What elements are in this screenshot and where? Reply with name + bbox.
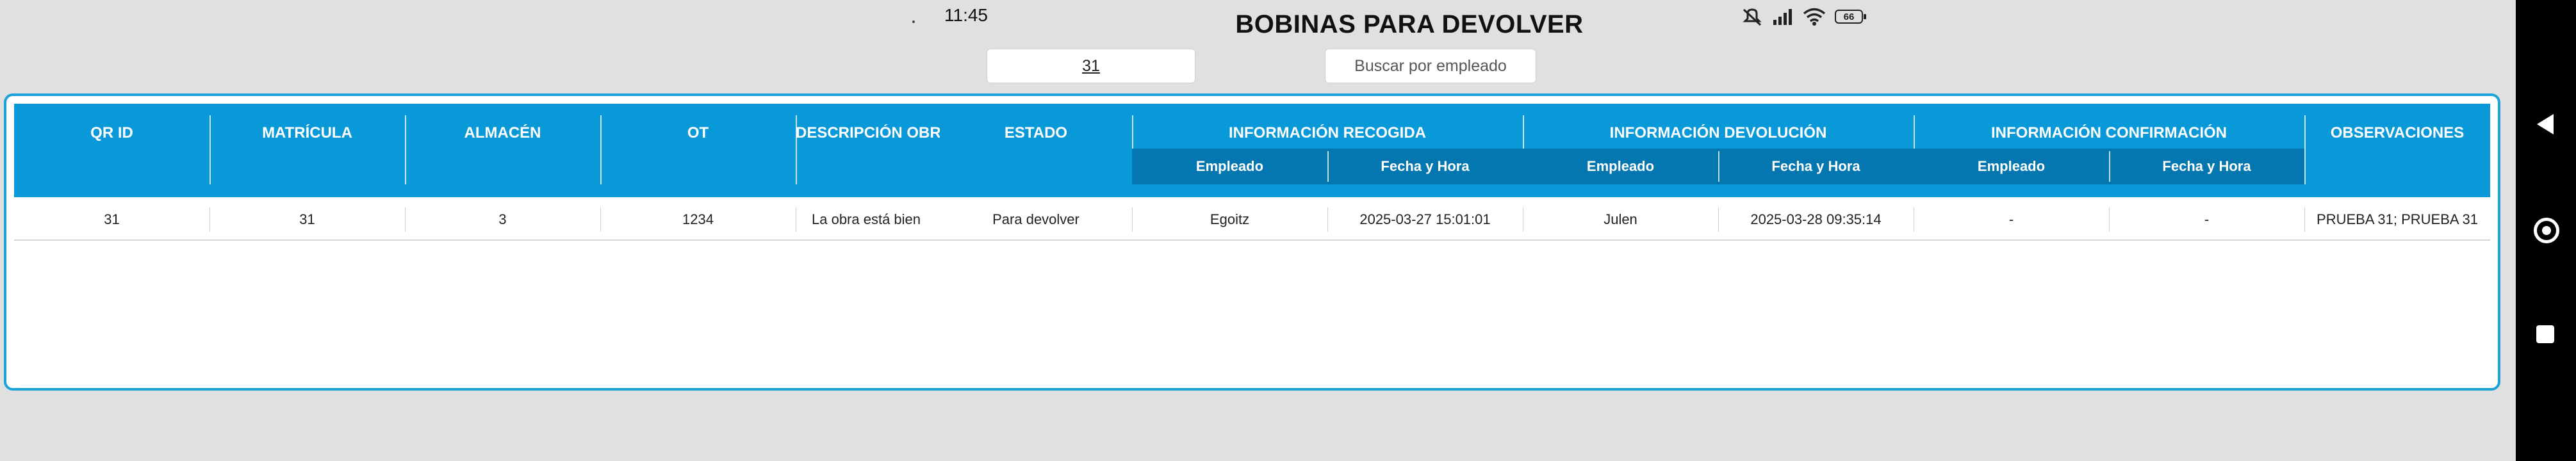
cell-confirmacion-fecha: - bbox=[2204, 211, 2210, 227]
cell-estado: Para devolver bbox=[992, 211, 1079, 227]
cell-almacen: 3 bbox=[498, 211, 507, 227]
battery-icon: 66 bbox=[1835, 10, 1866, 24]
col-header-observaciones[interactable]: OBSERVACIONES bbox=[2304, 124, 2490, 142]
col-header-devolucion[interactable]: INFORMACIÓN DEVOLUCIÓN bbox=[1523, 124, 1914, 142]
cell-confirmacion-empleado: - bbox=[2008, 211, 2014, 227]
status-dot bbox=[912, 20, 915, 23]
app-screen: 11:45 66 BOBINAS PARA DEVOLVER 31 Buscar… bbox=[0, 0, 2516, 461]
status-time: 11:45 bbox=[944, 5, 988, 25]
col-header-estado[interactable]: ESTADO bbox=[940, 124, 1132, 142]
cell-observaciones: PRUEBA 31; PRUEBA 31 bbox=[2317, 211, 2478, 227]
col-header-qr-id[interactable]: QR ID bbox=[14, 124, 209, 142]
wifi-icon bbox=[1803, 8, 1826, 26]
col-header-recogida[interactable]: INFORMACIÓN RECOGIDA bbox=[1132, 124, 1523, 142]
cell-matricula: 31 bbox=[299, 211, 315, 227]
col-header-almacen[interactable]: ALMACÉN bbox=[405, 124, 600, 142]
cell-devolucion-fecha: 2025-03-28 09:35:14 bbox=[1750, 211, 1882, 227]
subheader-devolucion-empleado[interactable]: Empleado bbox=[1523, 149, 1718, 184]
subheader-recogida-empleado[interactable]: Empleado bbox=[1132, 149, 1327, 184]
col-header-descripcion[interactable]: DESCRIPCIÓN OBRA bbox=[796, 124, 940, 142]
cell-recogida-fecha: 2025-03-27 15:01:01 bbox=[1359, 211, 1491, 227]
home-icon[interactable] bbox=[2534, 218, 2559, 243]
battery-level: 66 bbox=[1843, 11, 1855, 22]
table-header: QR ID MATRÍCULA ALMACÉN OT DESCRIPCIÓN O… bbox=[14, 104, 2490, 197]
recent-apps-icon[interactable] bbox=[2536, 325, 2554, 343]
subheader-recogida-fecha[interactable]: Fecha y Hora bbox=[1327, 149, 1523, 184]
subheader-row: Empleado Fecha y Hora Empleado Fecha y H… bbox=[1132, 149, 2304, 184]
col-header-matricula[interactable]: MATRÍCULA bbox=[209, 124, 405, 142]
subheader-devolucion-fecha[interactable]: Fecha y Hora bbox=[1718, 149, 1914, 184]
table-row[interactable]: 31 31 3 1234 La obra está bien Para devo… bbox=[14, 200, 2490, 241]
col-header-confirmacion[interactable]: INFORMACIÓN CONFIRMACIÓN bbox=[1914, 124, 2304, 142]
col-header-ot[interactable]: OT bbox=[600, 124, 796, 142]
table-card: QR ID MATRÍCULA ALMACÉN OT DESCRIPCIÓN O… bbox=[4, 93, 2500, 391]
subheader-confirmacion-empleado[interactable]: Empleado bbox=[1914, 149, 2109, 184]
subheader-confirmacion-fecha[interactable]: Fecha y Hora bbox=[2109, 149, 2304, 184]
back-icon[interactable] bbox=[2537, 114, 2554, 134]
signal-icon bbox=[1773, 9, 1792, 25]
mute-icon bbox=[1743, 8, 1762, 26]
cell-descripcion: La obra está bien bbox=[812, 211, 921, 227]
status-icons: 66 bbox=[1741, 5, 1866, 28]
cell-qr-id: 31 bbox=[104, 211, 120, 227]
employee-search-input[interactable] bbox=[1325, 49, 1536, 83]
cell-ot: 1234 bbox=[682, 211, 714, 227]
qr-filter-input[interactable] bbox=[987, 49, 1195, 83]
cell-recogida-empleado: Egoitz bbox=[1210, 211, 1250, 227]
cell-devolucion-empleado: Julen bbox=[1604, 211, 1637, 227]
page-title: BOBINAS PARA DEVOLVER bbox=[1235, 10, 1584, 38]
